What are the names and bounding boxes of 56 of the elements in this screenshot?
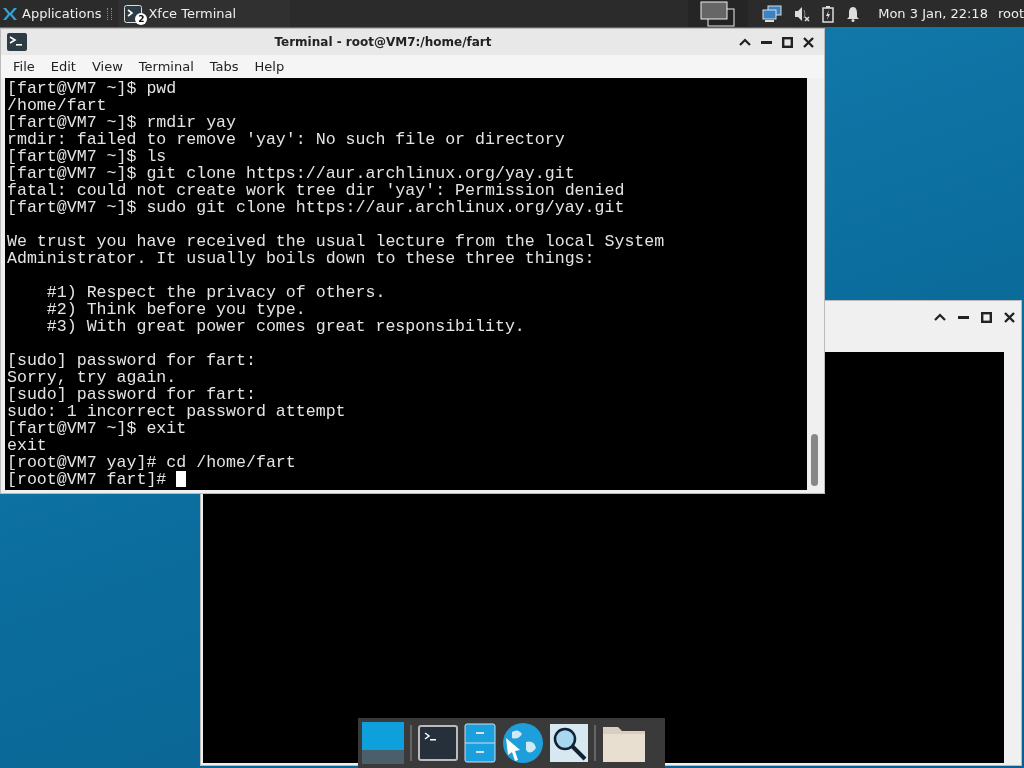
shade-icon[interactable] [934,313,946,321]
volume-muted-icon[interactable] [794,5,811,22]
terminal-line: [fart@VM7 ~]$ exit [7,420,187,437]
menu-item[interactable]: File [5,59,43,75]
close-icon[interactable] [803,36,814,48]
network-icon[interactable] [762,4,783,23]
menu-item[interactable]: Edit [42,59,84,75]
menu-item[interactable]: Help [246,59,293,75]
terminal-line: Sorry, try again. [7,369,177,386]
minimize-icon[interactable] [958,315,969,319]
window-title: Terminal - root@VM7:/home/fart [273,35,493,50]
notification-bell-icon[interactable] [846,5,861,22]
workspace-switcher-icon[interactable] [700,0,737,27]
battery-icon[interactable] [822,4,835,23]
terminal-line: [fart@VM7 ~]$ sudo git clone https://aur.archlinux.org/yay.git [7,199,625,216]
clock[interactable]: Mon 3 Jan, 22:18 [870,6,998,21]
terminal-line: fatal: could not create work tree dir 'yay': Permission denied [7,182,625,199]
terminal-line: rmdir: failed to remove 'yay': No such file or directory [7,131,565,148]
terminal-line: [fart@VM7 ~]$ ls [7,148,167,165]
terminal-line: [fart@VM7 ~]$ rmdir yay [7,114,237,131]
maximize-icon[interactable] [981,311,992,323]
terminal-icon [7,33,27,52]
terminal-line: [fart@VM7 ~]$ pwd [7,80,177,97]
terminal-line: [root@VM7 yay]# cd /home/fart [7,454,296,471]
terminal-line: [fart@VM7 ~]$ git clone https://aur.archlinux.org/yay.git [7,165,575,182]
scrollbar[interactable] [1004,352,1019,763]
file-cabinet-icon[interactable] [464,723,496,763]
terminal-line: #2) Think before you type. [45,301,306,318]
user-name[interactable]: root [997,6,1024,21]
globe-icon[interactable] [502,722,544,764]
text-cursor [176,471,187,487]
terminal-icon[interactable] [418,725,458,761]
window-count-badge: 2 [135,13,148,25]
terminal-line: #1) Respect the privacy of others. [45,284,386,301]
taskbar-button[interactable]: 2 Xfce Terminal [118,0,291,27]
terminal-line: /home/fart [7,97,107,114]
terminal-line: [sudo] password for fart: [7,386,256,403]
menu-item[interactable]: Tabs [201,59,247,75]
terminal-line: [root@VM7 fart]# [7,471,168,488]
close-icon[interactable] [1004,311,1015,323]
shade-icon[interactable] [739,38,751,47]
terminal-line: We trust you have received the usual lecture from the local System [7,233,665,250]
scrollbar[interactable] [807,78,822,490]
applications-menu[interactable]: Applications [0,0,106,27]
terminal-line: Administrator. It usually boils down to these three things: [7,250,595,267]
terminal-line: #3) With great power comes great responsibility. [45,318,525,335]
menu-item[interactable]: View [83,59,131,75]
terminal-line: sudo: 1 incorrect password attempt [7,403,346,420]
terminal-line: [sudo] password for fart: [7,352,256,369]
terminal-line: exit [7,437,47,454]
maximize-icon[interactable] [782,36,793,48]
search-icon[interactable] [550,724,588,762]
menu-item[interactable]: Terminal [130,59,202,75]
minimize-icon[interactable] [761,40,772,44]
terminal-icon [124,4,143,23]
xfce-logo-icon [2,5,18,22]
